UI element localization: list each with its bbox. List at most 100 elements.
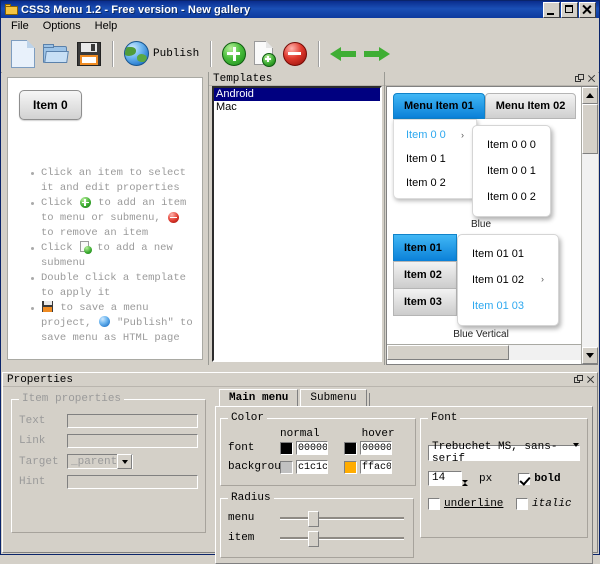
help-item-1: Click an item to select it and edit prop…	[30, 166, 196, 196]
close-button[interactable]	[579, 1, 596, 18]
background-normal-swatch[interactable]	[280, 460, 293, 474]
preview-menu-item[interactable]: Item 0 0 ›	[394, 123, 476, 147]
tab-main-menu[interactable]: Main menu	[219, 389, 299, 407]
preview-vertical-item[interactable]: Item 02	[393, 261, 457, 288]
preview-vertical-scrollbar[interactable]	[581, 87, 598, 364]
move-left-icon	[330, 46, 357, 61]
preview-submenu-item[interactable]: Item 01 01	[458, 241, 558, 267]
menu-editor-canvas[interactable]: Item 0 Click an item to select it and ed…	[7, 77, 203, 360]
preview-tab-menu-item-01[interactable]: Menu Item 01	[393, 93, 485, 119]
preview-dropdown: Item 0 0 › Item 0 1 Item 0 2	[393, 119, 477, 199]
preview-submenu-item[interactable]: Item 01 02 ›	[458, 267, 558, 293]
font-italic-checkbox[interactable]: italic	[516, 498, 572, 510]
publish-button[interactable]: Publish	[120, 38, 203, 70]
chevron-down-icon[interactable]	[573, 443, 579, 459]
globe-icon	[124, 41, 149, 66]
font-normal-hex[interactable]: 000000	[296, 441, 328, 455]
slider-knob[interactable]	[308, 511, 319, 527]
templates-list[interactable]: Android Mac	[212, 86, 382, 362]
help-text: Click	[41, 197, 73, 209]
float-panel-icon[interactable]	[574, 375, 583, 384]
template-list-item-android[interactable]: Android	[214, 88, 380, 101]
color-row-background: background c1c1c1 ffac00	[228, 460, 408, 474]
color-col-hover: hover	[361, 428, 395, 440]
background-hover-swatch[interactable]	[344, 460, 357, 474]
new-file-button[interactable]	[7, 38, 39, 70]
preview-submenu-item[interactable]: Item 0 0 2	[473, 184, 550, 210]
template-preview-blue[interactable]: Menu Item 01 Menu Item 02 Item 0 0 › Ite…	[387, 87, 581, 230]
menu-item-help[interactable]: Help	[88, 19, 125, 33]
font-hover-hex[interactable]: 000000	[360, 441, 392, 455]
color-group: Color normal hover font 00000 00000 back…	[220, 412, 416, 486]
preview-vertical-item[interactable]: Item 01	[393, 234, 457, 261]
scroll-up-button[interactable]	[582, 87, 598, 104]
add-submenu-button[interactable]	[250, 38, 279, 70]
background-normal-hex[interactable]: c1c1c1	[296, 460, 328, 474]
target-select[interactable]: _parent	[67, 454, 134, 469]
save-file-button[interactable]	[73, 38, 105, 70]
preview-submenu-item[interactable]: Item 0 0 1	[473, 158, 550, 184]
tab-submenu[interactable]: Submenu	[300, 389, 367, 407]
help-text: apply it	[59, 287, 111, 299]
radius-menu-slider[interactable]	[280, 511, 406, 527]
preview-hscroll-thumb[interactable]	[387, 345, 509, 360]
menu-item-options[interactable]: Options	[36, 19, 88, 33]
preview-vertical-item[interactable]: Item 03	[393, 288, 457, 316]
scroll-track[interactable]	[582, 104, 598, 347]
publish-label: Publish	[153, 47, 200, 60]
templates-panel: Templates Android Mac	[209, 72, 385, 365]
menu-item-file[interactable]: File	[4, 19, 36, 33]
background-hover-hex[interactable]: ffac00	[360, 460, 392, 474]
font-size-value[interactable]: 14	[428, 471, 462, 486]
window-title: CSS3 Menu 1.2 - Free version - New galle…	[21, 3, 251, 16]
new-file-icon	[11, 39, 35, 68]
link-input[interactable]	[67, 434, 198, 448]
color-col-normal: normal	[280, 428, 320, 440]
preview-menu-item[interactable]: Item 0 1	[394, 147, 476, 171]
template-preview-blue-vertical[interactable]: Item 01 Item 02 Item 03 Item 01 01 Item …	[387, 230, 581, 340]
bold-checkbox-box[interactable]	[518, 472, 531, 485]
preview-tab-menu-item-02[interactable]: Menu Item 02	[484, 93, 577, 119]
preview-submenu-item[interactable]: Item 0 0 0	[473, 132, 550, 158]
font-size-arrows[interactable]	[462, 471, 474, 495]
remove-item-icon	[168, 212, 180, 223]
preview-menu-item[interactable]: Item 0 2	[394, 171, 476, 195]
italic-checkbox-box[interactable]	[516, 498, 528, 510]
preview-horizontal-scrollbar[interactable]	[387, 344, 581, 360]
template-list-item-mac[interactable]: Mac	[214, 101, 380, 114]
font-underline-checkbox[interactable]: underline	[428, 498, 516, 510]
text-input[interactable]	[67, 414, 198, 428]
chevron-down-icon[interactable]	[117, 454, 133, 469]
radius-item-slider[interactable]	[280, 531, 406, 547]
close-panel-icon[interactable]	[587, 74, 596, 83]
remove-item-button[interactable]	[279, 38, 311, 70]
spin-down-button[interactable]	[462, 480, 474, 495]
help-text: project,	[41, 317, 92, 329]
font-size-stepper[interactable]: 14	[428, 471, 474, 495]
menu-item-item0[interactable]: Item 0	[19, 90, 82, 120]
float-panel-icon[interactable]	[575, 74, 584, 83]
move-left-button[interactable]	[326, 38, 360, 70]
scroll-down-button[interactable]	[582, 347, 598, 364]
underline-checkbox-box[interactable]	[428, 498, 440, 510]
scroll-thumb[interactable]	[582, 104, 598, 154]
open-file-button[interactable]	[39, 38, 73, 70]
font-bold-checkbox[interactable]: bold	[518, 472, 561, 485]
template-caption-blue: Blue	[470, 219, 491, 230]
preview-submenu-item[interactable]: Item 01 03	[458, 293, 558, 319]
properties-tabs: Main menu Submenu	[215, 389, 593, 407]
add-item-button[interactable]	[218, 38, 250, 70]
minimize-button[interactable]	[543, 1, 560, 18]
hint-field-label: Hint	[19, 476, 46, 488]
hint-input[interactable]	[67, 475, 198, 489]
editor-help-list: Click an item to select it and edit prop…	[30, 166, 196, 346]
font-hover-swatch[interactable]	[344, 441, 357, 455]
toolbar-separator	[210, 40, 212, 67]
slider-knob[interactable]	[308, 531, 319, 547]
move-right-button[interactable]	[360, 38, 394, 70]
maximize-button[interactable]	[561, 1, 578, 18]
close-panel-icon[interactable]	[586, 375, 595, 384]
font-normal-swatch[interactable]	[280, 441, 293, 455]
font-family-select[interactable]: Trebuchet MS, sans-serif	[428, 441, 580, 465]
tab-separator	[368, 393, 370, 407]
